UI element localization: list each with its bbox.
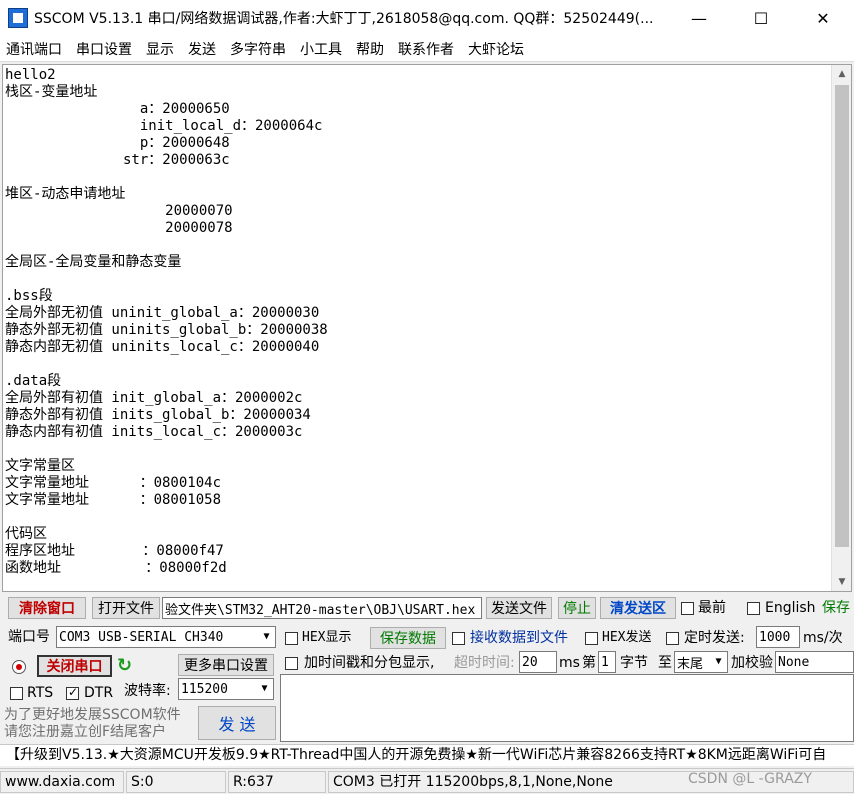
rts-checkbox[interactable] — [10, 687, 23, 700]
topmost-label: 最前 — [698, 600, 726, 616]
hex-send-label: HEX发送 — [602, 630, 652, 645]
english-checkbox[interactable] — [747, 602, 760, 615]
promo-line-2[interactable]: 请您注册嘉立创F结尾客户 — [4, 722, 166, 742]
status-sent-count: S:0 — [126, 771, 226, 793]
watermark: CSDN @L -GRAZY — [688, 771, 812, 787]
hex-display-label: HEX显示 — [302, 630, 352, 645]
menu-bar: 通讯端口 串口设置 显示 发送 多字符串 小工具 帮助 联系作者 大虾论坛 — [0, 36, 854, 62]
menu-help[interactable]: 帮助 — [356, 39, 384, 59]
clear-send-button[interactable]: 清发送区 — [600, 597, 676, 619]
close-button[interactable]: ✕ — [792, 0, 854, 36]
to-select[interactable]: 末尾 ▼ — [674, 651, 728, 673]
timeout-ms-label: ms — [559, 655, 580, 671]
checksum-select[interactable]: None — [775, 651, 854, 673]
clear-window-button[interactable]: 清除窗口 — [8, 597, 86, 619]
menu-forum[interactable]: 大虾论坛 — [468, 39, 524, 59]
chevron-down-icon[interactable]: ▼ — [710, 652, 727, 672]
port-label: 端口号 — [8, 629, 50, 645]
stop-button[interactable]: 停止 — [558, 597, 596, 619]
save-data-button[interactable]: 保存数据 — [370, 627, 446, 649]
dtr-checkbox[interactable] — [66, 685, 79, 700]
dtr-label: DTR — [84, 685, 114, 701]
interval-input[interactable]: 1000 — [756, 626, 800, 648]
topmost-checkbox[interactable] — [681, 602, 694, 615]
menu-serial-settings[interactable]: 串口设置 — [76, 39, 132, 59]
timed-send-checkbox[interactable] — [666, 632, 679, 645]
timeout-label: 超时时间: — [454, 655, 515, 671]
timestamp-label: 加时间戳和分包显示, — [304, 655, 435, 671]
open-file-button[interactable]: 打开文件 — [92, 597, 160, 619]
receive-scrollbar[interactable]: ▲ ▼ — [831, 65, 851, 591]
more-settings-button[interactable]: 更多串口设置 — [178, 654, 274, 676]
send-button[interactable]: 发 送 — [198, 706, 276, 740]
send-file-button[interactable]: 发送文件 — [486, 597, 552, 619]
recv-to-file-checkbox[interactable] — [452, 632, 465, 645]
receive-area[interactable]: hello2 栈区-变量地址 a：20000650 init_local_d：2… — [2, 64, 852, 592]
refresh-icon[interactable]: ↻ — [117, 655, 132, 676]
port-select[interactable]: COM3 USB-SERIAL CH340 ▼ — [56, 626, 276, 648]
checksum-select-value: None — [778, 654, 810, 670]
english-label: English — [765, 600, 816, 616]
rts-label: RTS — [27, 685, 54, 701]
menu-send[interactable]: 发送 — [188, 39, 216, 59]
app-icon — [8, 8, 28, 28]
news-ticker[interactable]: 【升级到V5.13.★大资源MCU开发板9.9★RT-Thread中国人的开源免… — [0, 744, 854, 766]
checksum-label: 加校验 — [731, 655, 773, 671]
hex-display-checkbox[interactable] — [285, 632, 298, 645]
menu-comm-port[interactable]: 通讯端口 — [6, 39, 62, 59]
status-received-count: R:637 — [228, 771, 326, 793]
chevron-down-icon[interactable]: ▼ — [258, 627, 275, 647]
receive-text: hello2 栈区-变量地址 a：20000650 init_local_d：2… — [5, 67, 328, 576]
timestamp-checkbox[interactable] — [285, 657, 298, 670]
hex-send-checkbox[interactable] — [585, 632, 598, 645]
port-status-indicator-icon — [12, 660, 26, 674]
port-select-value: COM3 USB-SERIAL CH340 — [59, 629, 224, 645]
window-title: SSCOM V5.13.1 串口/网络数据调试器,作者:大虾丁丁,2618058… — [34, 11, 654, 27]
interval-unit: ms/次 — [803, 630, 843, 646]
to-select-value: 末尾 — [677, 656, 704, 672]
send-text-area[interactable] — [280, 674, 854, 742]
byte-label: 字节 — [620, 655, 648, 671]
nth-label: 第 — [582, 655, 596, 671]
title-bar: SSCOM V5.13.1 串口/网络数据调试器,作者:大虾丁丁,2618058… — [0, 0, 854, 36]
menu-display[interactable]: 显示 — [146, 39, 174, 59]
minimize-button[interactable]: — — [668, 0, 730, 36]
close-port-button[interactable]: 关闭串口 — [37, 655, 112, 677]
scroll-up-icon[interactable]: ▲ — [832, 65, 851, 83]
timed-send-label: 定时发送: — [684, 630, 745, 646]
to-label: 至 — [658, 655, 672, 671]
maximize-button[interactable]: ☐ — [730, 0, 792, 36]
scroll-thumb[interactable] — [835, 85, 849, 547]
scroll-down-icon[interactable]: ▼ — [832, 573, 851, 591]
baud-select[interactable]: 115200 ▼ — [178, 678, 274, 700]
menu-contact-author[interactable]: 联系作者 — [398, 39, 454, 59]
status-site[interactable]: www.daxia.com — [0, 771, 124, 793]
recv-to-file-label[interactable]: 接收数据到文件 — [470, 628, 568, 648]
baud-label: 波特率: — [124, 683, 171, 699]
save-label[interactable]: 保存 — [822, 598, 850, 618]
window-controls: — ☐ ✕ — [668, 0, 854, 36]
menu-multi-string[interactable]: 多字符串 — [230, 39, 286, 59]
menu-tools[interactable]: 小工具 — [300, 39, 342, 59]
status-bar: www.daxia.com S:0 R:637 COM3 已打开 115200b… — [0, 768, 854, 794]
baud-select-value: 115200 — [181, 681, 228, 697]
timeout-input[interactable]: 20 — [519, 651, 557, 673]
nth-input[interactable]: 1 — [598, 651, 616, 673]
chevron-down-icon[interactable]: ▼ — [256, 679, 273, 699]
file-path-input[interactable]: 验文件夹\STM32_AHT20-master\OBJ\USART.hex — [162, 597, 482, 619]
